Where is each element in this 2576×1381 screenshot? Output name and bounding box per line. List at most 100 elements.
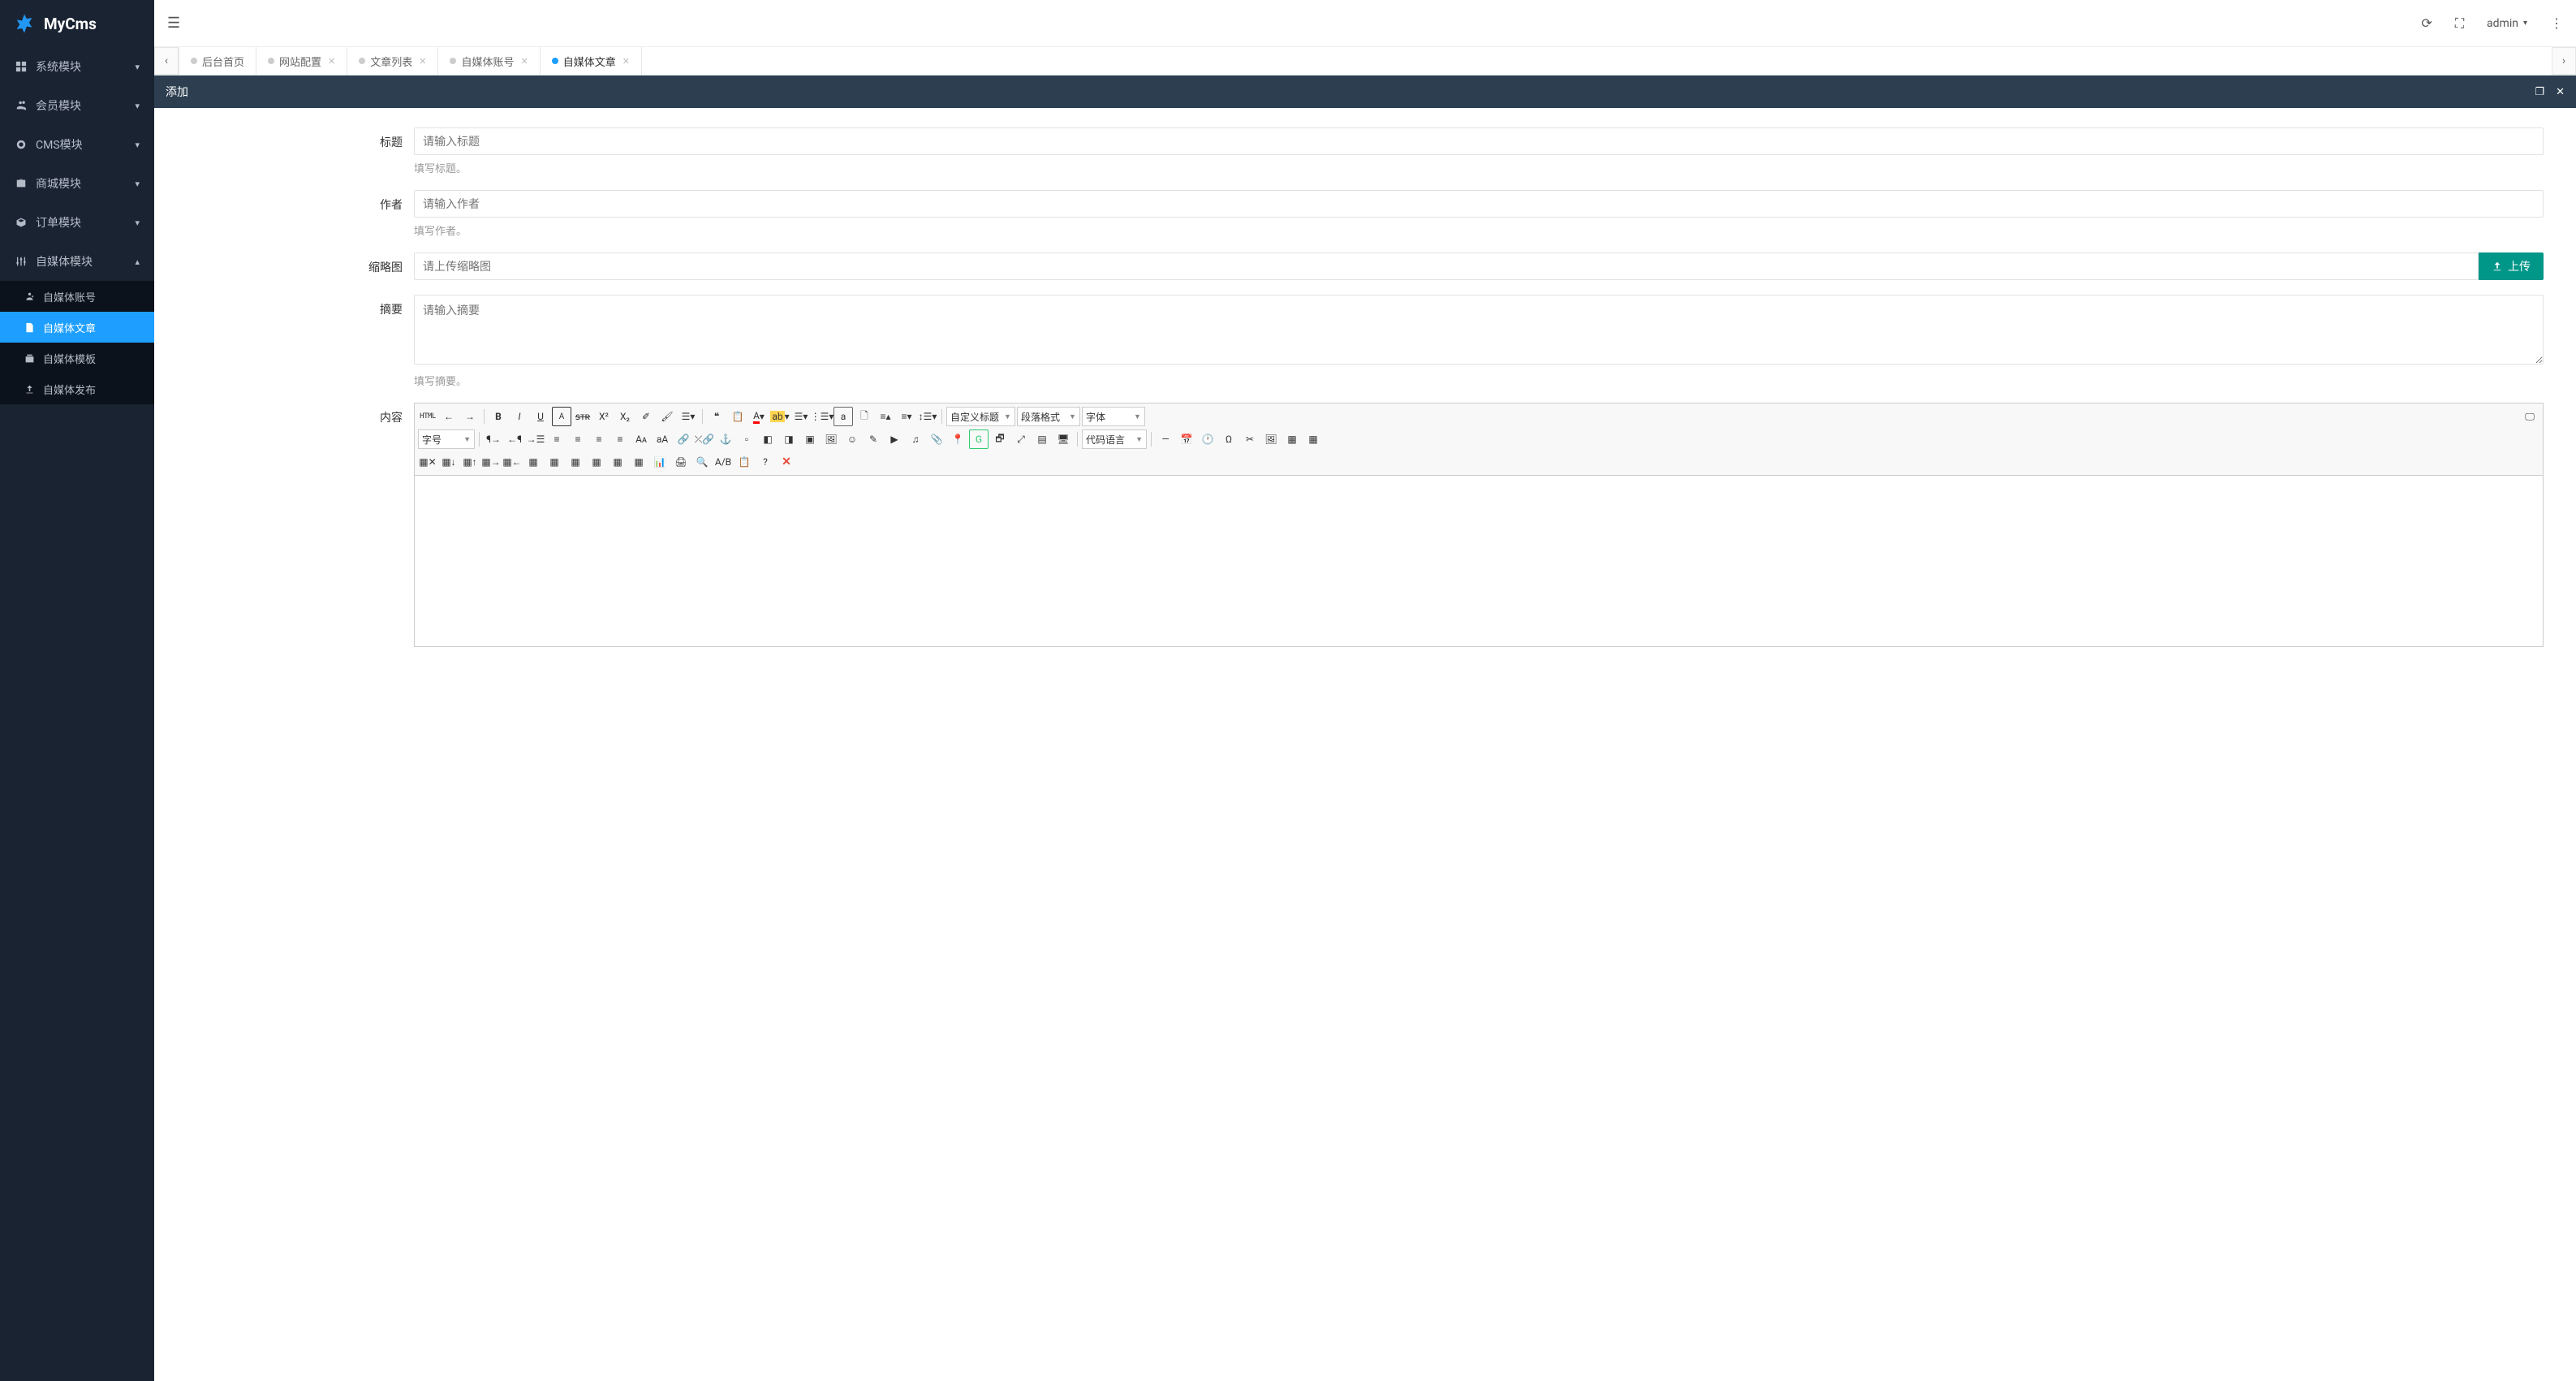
anchor-button[interactable]: ⚓ — [716, 429, 735, 449]
splitrows-button[interactable]: ▦ — [608, 452, 627, 472]
user-menu[interactable]: admin ▾ — [2487, 17, 2527, 30]
insertunorderedlist-button[interactable]: ⋮☰▾ — [812, 407, 832, 426]
sidebar-item-media[interactable]: 自媒体模块 ▴ — [0, 242, 154, 281]
date-button[interactable]: 📅 — [1177, 429, 1196, 449]
tolowercase-button[interactable]: aA — [653, 429, 672, 449]
splitcells-button[interactable]: ▦ — [587, 452, 606, 472]
insertframe-button[interactable]: 🗗 — [990, 429, 1010, 449]
sub-item-media-template[interactable]: 自媒体模板 — [0, 343, 154, 373]
close-icon[interactable]: ✕ — [521, 56, 528, 67]
fullscreen-button[interactable]: 🖵 — [2520, 407, 2539, 426]
drafts-button[interactable]: 📋 — [734, 452, 754, 472]
imagenone-button[interactable]: ▫ — [737, 429, 756, 449]
ltr-button[interactable]: ¶→ — [484, 429, 503, 449]
justifyright-button[interactable]: ≡ — [589, 429, 609, 449]
expand-icon[interactable]: ❐ — [2535, 86, 2544, 98]
indent-button[interactable]: →☰ — [526, 429, 545, 449]
subscript-button[interactable]: X₂ — [615, 407, 635, 426]
thumb-input[interactable] — [414, 252, 2479, 280]
redo-button[interactable]: → — [460, 407, 480, 426]
justifycenter-button[interactable]: ≡ — [568, 429, 588, 449]
sub-item-media-article[interactable]: 自媒体文章 — [0, 312, 154, 343]
title-input[interactable] — [414, 127, 2544, 155]
imageleft-button[interactable]: ◧ — [758, 429, 778, 449]
pasteplain-button[interactable]: 📋 — [728, 407, 747, 426]
attachment-button[interactable]: 📎 — [927, 429, 946, 449]
scrawl-button[interactable]: ✎ — [864, 429, 883, 449]
undo-button[interactable]: ← — [439, 407, 459, 426]
brand[interactable]: MyCms — [0, 0, 154, 47]
close-icon[interactable]: ✕ — [419, 56, 426, 67]
sidebar-item-shop[interactable]: 商城模块 ▾ — [0, 164, 154, 203]
fontfamily-select[interactable]: 字体▼ — [1082, 407, 1145, 426]
horizontal-button[interactable]: — — [1156, 429, 1175, 449]
edittable-button[interactable]: ▦ — [1303, 429, 1323, 449]
mergedown-button[interactable]: ▦ — [566, 452, 585, 472]
underline-button[interactable]: U — [531, 407, 550, 426]
mergeright-button[interactable]: ▦ — [545, 452, 564, 472]
deletecol-button[interactable]: ▦← — [502, 452, 522, 472]
italic-button[interactable]: I — [510, 407, 529, 426]
tab-home[interactable]: 后台首页 — [179, 47, 256, 75]
mergecells-button[interactable]: ▦ — [523, 452, 543, 472]
backcolor-button[interactable]: ab▾ — [770, 407, 790, 426]
upload-button[interactable]: 上传 — [2479, 252, 2544, 280]
fontborder-button[interactable]: A — [552, 407, 571, 426]
rowspacingtop-button[interactable]: ≡▴ — [876, 407, 895, 426]
deletetable-button[interactable]: ▦✕ — [418, 452, 437, 472]
bold-button[interactable]: B — [489, 407, 508, 426]
insertorderedlist-button[interactable]: ☰▾ — [791, 407, 811, 426]
toggle-sidebar-icon[interactable]: ☰ — [167, 15, 180, 32]
removeformat-button[interactable]: ✐ — [636, 407, 656, 426]
editor-body[interactable] — [415, 476, 2543, 646]
autotypeset-button[interactable]: ☰▾ — [678, 407, 698, 426]
tab-article-list[interactable]: 文章列表 ✕ — [347, 47, 438, 75]
sub-item-media-publish[interactable]: 自媒体发布 — [0, 373, 154, 404]
tabs-scroll-right[interactable]: › — [2552, 47, 2576, 75]
sidebar-item-system[interactable]: 系统模块 ▾ — [0, 47, 154, 86]
strikethrough-button[interactable]: ꜱᴛʀ — [573, 407, 592, 426]
lineheight-button[interactable]: ↕☰▾ — [918, 407, 937, 426]
insertimage-button[interactable]: 🖼 — [821, 429, 841, 449]
gmap-button[interactable]: G — [969, 429, 989, 449]
spechars-button[interactable]: Ω — [1219, 429, 1238, 449]
help-button[interactable]: ? — [756, 452, 775, 472]
cleardoc-button[interactable]: 🗋 — [855, 407, 874, 426]
map-button[interactable]: 📍 — [948, 429, 967, 449]
forecolor-button[interactable]: A▾ — [749, 407, 769, 426]
insertvideo-button[interactable]: ▶ — [885, 429, 904, 449]
source-button[interactable]: HTML — [418, 407, 437, 426]
close-icon[interactable]: ✕ — [328, 56, 335, 67]
summary-textarea[interactable] — [414, 295, 2544, 365]
more-icon[interactable]: ⋮ — [2550, 15, 2563, 31]
close-icon[interactable]: ✕ — [622, 56, 630, 67]
codelang-select[interactable]: 代码语言▼ — [1082, 429, 1147, 449]
searchreplace-button[interactable]: A/B — [713, 452, 733, 472]
sub-item-media-account[interactable]: 自媒体账号 — [0, 281, 154, 312]
print-button[interactable]: 🖨 — [671, 452, 691, 472]
refresh-icon[interactable]: ⟳ — [2421, 15, 2432, 31]
fontsize-select[interactable]: 字号▼ — [418, 429, 475, 449]
unlink-button[interactable]: ⤫🔗 — [695, 429, 714, 449]
template-button[interactable]: ▤ — [1032, 429, 1052, 449]
splitcols-button[interactable]: ▦ — [629, 452, 648, 472]
customstyle-select[interactable]: 自定义标题▼ — [946, 407, 1015, 426]
tab-media-account[interactable]: 自媒体账号 ✕ — [438, 47, 540, 75]
blockquote-button[interactable]: ❝ — [707, 407, 726, 426]
snapscreen-button[interactable]: ✂ — [1240, 429, 1260, 449]
justifyjustify-button[interactable]: ≡ — [610, 429, 630, 449]
sidebar-item-member[interactable]: 会员模块 ▾ — [0, 86, 154, 125]
touppercase-button[interactable]: Aᴀ — [631, 429, 651, 449]
author-input[interactable] — [414, 190, 2544, 218]
sidebar-item-cms[interactable]: CMS模块 ▾ — [0, 125, 154, 164]
wordimage-button[interactable]: 🖼 — [1261, 429, 1281, 449]
deleterow-button[interactable]: ▦↑ — [460, 452, 480, 472]
preview-button[interactable]: 🔍 — [692, 452, 712, 472]
justifyleft-button[interactable]: ≡ — [547, 429, 566, 449]
time-button[interactable]: 🕐 — [1198, 429, 1217, 449]
selectall-button[interactable]: a — [834, 407, 853, 426]
formatmatch-button[interactable]: 🖌 — [657, 407, 677, 426]
imageright-button[interactable]: ◨ — [779, 429, 799, 449]
emotion-button[interactable]: ☺ — [842, 429, 862, 449]
link-button[interactable]: 🔗 — [674, 429, 693, 449]
